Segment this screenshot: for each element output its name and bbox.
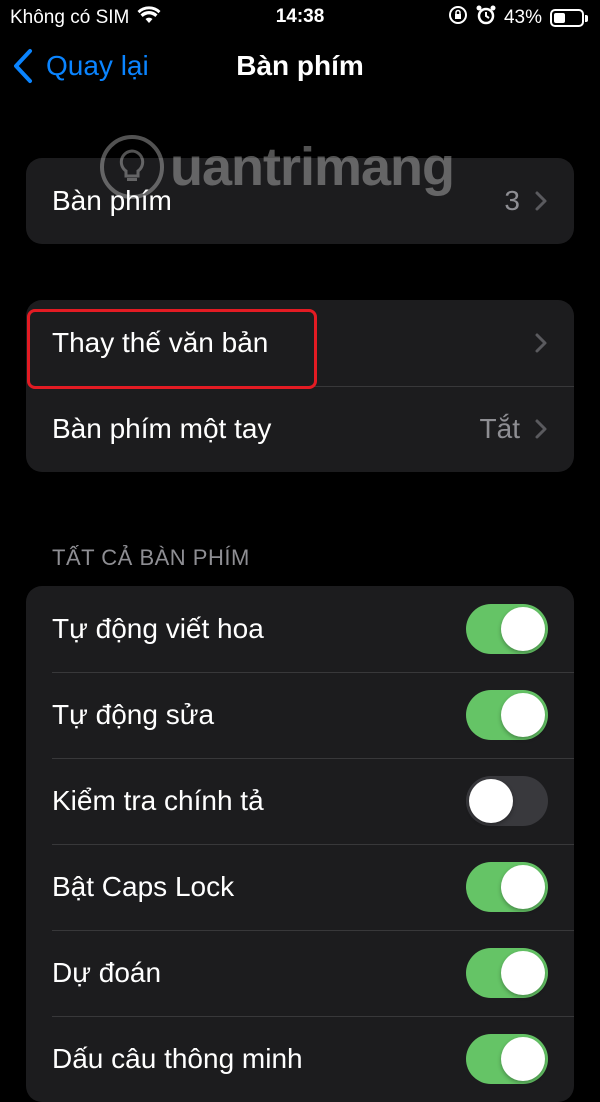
text-replacement-right <box>534 300 548 386</box>
toggle-row-check-spelling: Kiểm tra chính tả <box>26 758 574 844</box>
chevron-right-icon <box>535 333 547 353</box>
auto-correction-label: Tự động sửa <box>52 699 215 730</box>
predictive-toggle[interactable] <box>466 948 548 998</box>
auto-correction-toggle[interactable] <box>466 690 548 740</box>
check-spelling-toggle[interactable] <box>466 776 548 826</box>
one-handed-value: Tắt <box>479 413 520 444</box>
smart-punctuation-label: Dấu câu thông minh <box>52 1043 303 1074</box>
toggle-row-caps-lock: Bật Caps Lock <box>26 844 574 930</box>
toggle-knob <box>469 779 513 823</box>
all-keyboards-group: Tự động viết hoa Tự động sửa Kiểm tra ch… <box>26 586 574 1102</box>
auto-capitalization-toggle[interactable] <box>466 604 548 654</box>
toggle-knob <box>501 607 545 651</box>
one-handed-right: Tắt <box>480 386 548 472</box>
one-handed-label: Bàn phím một tay <box>52 413 272 444</box>
keyboards-count: 3 <box>504 185 520 216</box>
toggle-row-auto-capitalization: Tự động viết hoa <box>26 586 574 672</box>
status-bar: Không có SIM 14:38 43% <box>0 0 600 34</box>
keyboards-label: Bàn phím <box>52 185 172 216</box>
smart-punctuation-toggle[interactable] <box>466 1034 548 1084</box>
chevron-right-icon <box>535 191 547 211</box>
alarm-icon <box>476 5 496 31</box>
navigation-bar: Quay lại Bàn phím <box>0 40 600 96</box>
orientation-lock-icon <box>448 5 468 31</box>
toggle-row-predictive: Dự đoán <box>26 930 574 1016</box>
toggle-knob <box>501 951 545 995</box>
toggle-row-auto-correction: Tự động sửa <box>26 672 574 758</box>
battery-icon <box>550 9 588 27</box>
toggle-knob <box>501 693 545 737</box>
check-spelling-label: Kiểm tra chính tả <box>52 785 264 816</box>
section-header-all-keyboards: TẤT CẢ BÀN PHÍM <box>52 545 250 570</box>
battery-body <box>550 9 584 27</box>
keyboards-group: Bàn phím 3 <box>26 158 574 244</box>
keyboards-row[interactable]: Bàn phím 3 <box>26 158 574 244</box>
battery-percent: 43% <box>503 7 542 28</box>
caps-lock-label: Bật Caps Lock <box>52 871 235 902</box>
caps-lock-toggle[interactable] <box>466 862 548 912</box>
keyboards-right: 3 <box>504 158 548 244</box>
auto-capitalization-label: Tự động viết hoa <box>52 613 264 644</box>
toggle-knob <box>501 865 545 909</box>
chevron-right-icon <box>535 419 547 439</box>
toggle-row-smart-punctuation: Dấu câu thông minh <box>26 1016 574 1102</box>
status-right: 43% <box>448 5 588 31</box>
predictive-label: Dự đoán <box>52 957 162 988</box>
toggle-knob <box>501 1037 545 1081</box>
one-handed-keyboard-row[interactable]: Bàn phím một tay Tắt <box>26 386 574 472</box>
highlight-annotation <box>27 309 317 389</box>
battery-tip <box>585 14 588 22</box>
page-title: Bàn phím <box>236 50 364 81</box>
battery-fill <box>554 13 565 23</box>
